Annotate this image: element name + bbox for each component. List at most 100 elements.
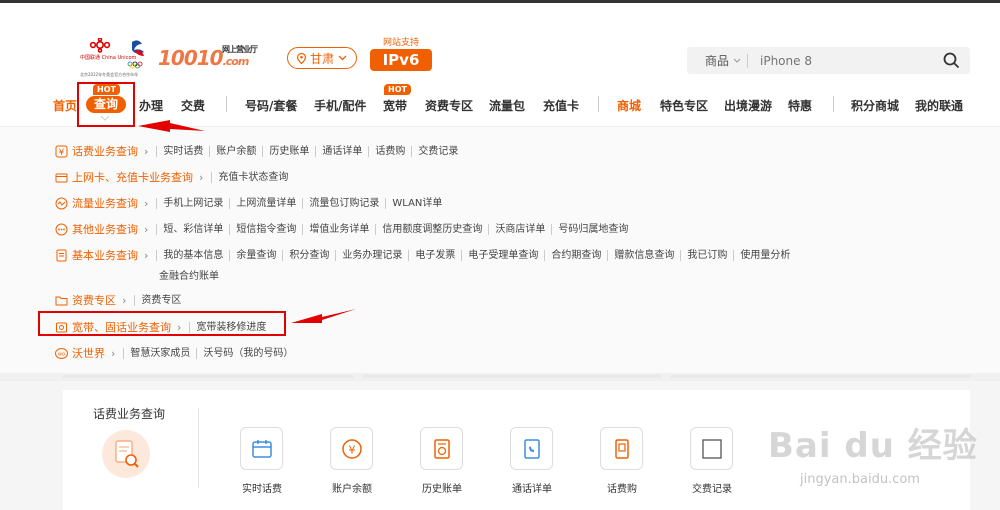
link-contract-period[interactable]: 合约期查询 [544,249,607,261]
brand-hotline: 10010 [158,46,224,70]
nav-broadband[interactable]: 宽带 [383,97,407,114]
nav-phone-accessory[interactable]: 手机/配件 [314,97,366,114]
tile-label: 话费购 [607,484,637,495]
tile-label: 实时话费 [242,484,282,495]
tile-payment-record[interactable] [690,427,733,470]
row-title[interactable]: 流量业务查询 [72,195,138,211]
tile-realtime-bill[interactable] [240,427,283,470]
document-icon [56,249,67,261]
record-icon [701,438,722,459]
row-title[interactable]: 上网卡、充值卡业务查询 [72,169,193,185]
link-wo-store-detail[interactable]: 沃商店详单 [488,223,551,235]
nav-tariff-zone[interactable]: 资费专区 [425,97,473,114]
link-account-balance[interactable]: 账户余额 [209,145,262,157]
link-vas-detail[interactable]: 增值业务详单 [302,223,375,235]
link-business-record[interactable]: 业务办理记录 [335,249,408,261]
link-credit-history[interactable]: 信用额度调整历史查询 [375,223,488,235]
link-call-detail[interactable]: 通话详单 [315,145,368,157]
wo-icon: wo [55,347,68,359]
row-title[interactable]: 沃世界 [72,345,105,361]
yen-coin-icon: ¥ [341,438,362,459]
row-title[interactable]: 话费业务查询 [72,143,138,159]
chevron-right-icon: › [144,196,149,210]
link-tariff-zone[interactable]: 资费专区 [134,294,187,306]
link-finance-contract[interactable]: 金融合约账单 [159,267,219,282]
chevron-right-icon: › [144,144,149,158]
link-points[interactable]: 积分查询 [282,249,335,261]
link-data-detail[interactable]: 上网流量详单 [229,197,302,209]
link-card-status[interactable]: 充值卡状态查询 [211,171,294,183]
nav-deals[interactable]: 特惠 [788,97,812,114]
nav-recharge-card[interactable]: 充值卡 [543,97,579,114]
row-title[interactable]: 基本业务查询 [72,247,138,263]
link-wlan-detail[interactable]: WLAN详单 [385,197,448,209]
nav-featured[interactable]: 特色专区 [660,97,708,114]
link-realtime-bill[interactable]: 实时话费 [156,145,209,157]
link-bill-purchase[interactable]: 话费购 [368,145,411,157]
link-mobile-web-record[interactable]: 手机上网记录 [156,197,229,209]
tile-bill-purchase[interactable] [600,427,643,470]
nav-my-unicom[interactable]: 我的联通 [915,97,963,114]
svg-text:¥: ¥ [348,443,355,456]
location-pin-icon [296,52,306,64]
nav-home[interactable]: 首页 [53,97,77,114]
highlight-box-query [77,82,135,127]
chevron-right-icon: › [111,346,116,360]
panel-bill-search-icon [102,430,150,478]
tile-label: 交费记录 [692,484,732,495]
nav-data-pack[interactable]: 流量包 [489,97,525,114]
chevron-right-icon: › [144,222,149,236]
link-sms-command[interactable]: 短信指令查询 [229,223,302,235]
row-title[interactable]: 资费专区 [72,292,116,308]
tile-call-detail[interactable] [510,427,553,470]
link-basic-info[interactable]: 我的基本信息 [156,249,229,261]
ipv6-badge[interactable]: 网站支持 IPv6 [370,35,432,71]
baidu-watermark: Bai du 经验 [768,426,978,466]
nav-number-plan[interactable]: 号码/套餐 [245,97,297,114]
more-icon [55,223,68,235]
province-label: 甘肃 [309,51,334,66]
link-sms-mms-detail[interactable]: 短、彩信详单 [156,223,229,235]
tile-account-balance[interactable]: ¥ [330,427,373,470]
nav-roaming[interactable]: 出境漫游 [724,97,772,114]
link-data-pack-order[interactable]: 流量包订购记录 [302,197,385,209]
nav-pay[interactable]: 交费 [181,97,205,114]
link-gift-info[interactable]: 赠款信息查询 [607,249,680,261]
link-payment-record[interactable]: 交费记录 [411,145,464,157]
nav-divider [226,96,227,112]
link-history-bill[interactable]: 历史账单 [262,145,315,157]
link-my-orders[interactable]: 我已订购 [680,249,733,261]
brand-domain: .com [222,55,250,68]
row-title[interactable]: 其他业务查询 [72,221,138,237]
logo-tagline: 北京2022年冬奥会官方合作伙伴 [80,72,139,77]
dropdown-row-data: 流量业务查询 › 手机上网记录 上网流量详单 流量包订购记录 WLAN详单 [55,195,448,211]
tab-indicator [63,375,353,378]
dropdown-row-other: 其他业务查询 › 短、彩信详单 短信指令查询 增值业务详单 信用额度调整历史查询… [55,221,634,237]
province-selector[interactable]: 甘肃 [287,47,357,69]
svg-text:¥: ¥ [59,148,65,158]
link-number-location[interactable]: 号码归属地查询 [551,223,634,235]
dropdown-row-phone-bill: ¥ 话费业务查询 › 实时话费 账户余额 历史账单 通话详单 话费购 交费记录 [55,143,464,159]
link-wo-number[interactable]: 沃号码（我的号码） [196,347,299,359]
panel-divider [198,408,199,488]
tile-label: 历史账单 [422,484,462,495]
panel-title: 话费业务查询 [93,407,166,421]
hot-badge: HOT [384,84,411,95]
baidu-watermark-url: jingyan.baidu.com [800,472,920,487]
beijing-2022-emblem-icon [127,40,144,69]
chevron-down-icon [338,55,347,61]
link-e-invoice[interactable]: 电子发票 [408,249,461,261]
nav-points-mall[interactable]: 积分商城 [851,97,899,114]
search-input[interactable] [748,53,938,68]
chevron-right-icon: › [122,293,127,307]
link-remaining[interactable]: 余量查询 [229,249,282,261]
search-icon[interactable] [943,52,960,69]
link-usage-analysis[interactable]: 使用量分析 [733,249,796,261]
bill-search-icon [115,440,139,468]
link-smart-home-member[interactable]: 智慧沃家成员 [123,347,196,359]
link-e-receipt[interactable]: 电子受理单查询 [461,249,544,261]
call-detail-icon [523,438,540,459]
nav-mall[interactable]: 商城 [617,97,641,114]
nav-handle[interactable]: 办理 [139,97,163,114]
tile-history-bill[interactable] [420,427,463,470]
